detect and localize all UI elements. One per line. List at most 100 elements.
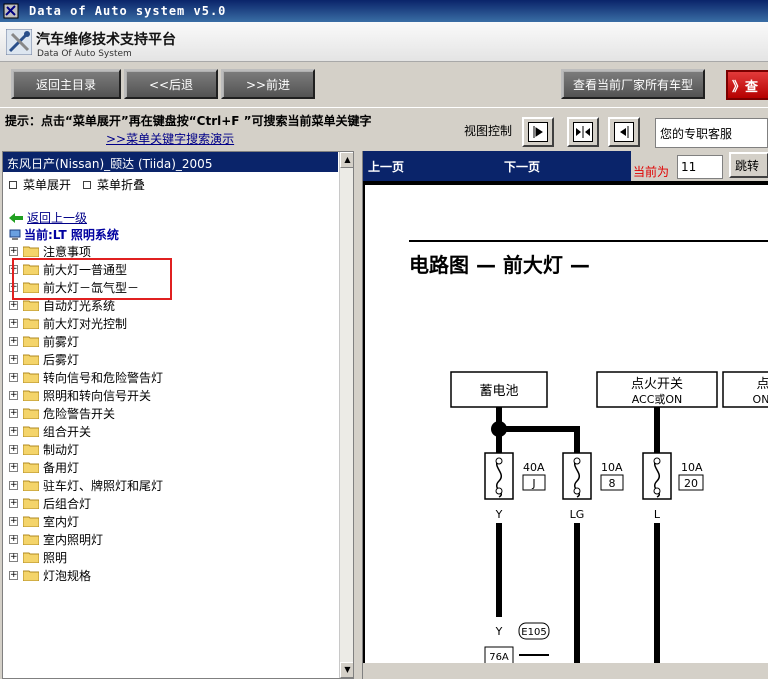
menu-panel: 东风日产(Nissan)_颐达 (Tiida)_2005 菜单展开 菜单折叠 返… [2,151,354,679]
tree-item-label: 组合开关 [43,424,92,439]
toolbar: 返回主目录 <<后退 >>前进 查看当前厂家所有车型 》查 [0,63,768,105]
fuse-3-amp: 10A [681,461,703,474]
home-button[interactable]: 返回主目录 [11,69,121,99]
folder-icon [23,462,39,473]
expand-plus-icon[interactable]: + [9,498,18,508]
page-nav-bar: 上一页 下一页 当前为 11 跳转 [363,151,768,181]
menu-expand-control[interactable]: 菜单展开 [9,176,71,193]
menu-collapse-control[interactable]: 菜单折叠 [83,176,145,193]
hint-bar: 提示：点击“菜单展开”再在键盘按“Ctrl+F ”可搜索当前菜单关键字 >>菜单… [0,107,768,150]
ignition-switch-label: 点火开关 [631,377,683,392]
tree-item[interactable]: + 驻车灯、牌照灯和尾灯 [9,476,163,494]
tree-item[interactable]: + 备用灯 [9,458,79,476]
tree-item[interactable]: + 室内灯 [9,512,79,530]
wrench-logo-icon [6,29,32,55]
tree-item[interactable]: + 后雾灯 [9,350,79,368]
tree-item[interactable]: + 室内照明灯 [9,530,103,548]
tree-item[interactable]: + 照明和转向信号开关 [9,386,151,404]
folder-icon [23,534,39,545]
tree-item-label: 灯泡规格 [43,568,92,583]
tree-item-label: 照明和转向信号开关 [43,388,152,403]
tree-item[interactable]: + 转向信号和危险警告灯 [9,368,163,386]
tree-item[interactable]: + 制动灯 [9,440,79,458]
service-text: 您的专职客服 [655,118,768,148]
fuse-2: 10A 8 LG [562,452,624,521]
folder-icon [23,300,39,311]
tree-item[interactable]: + 灯泡规格 [9,566,91,584]
scroll-up-icon[interactable]: ▲ [340,152,353,168]
wire-color-y-lower: Y [495,625,503,638]
view-split-button[interactable] [567,117,599,147]
expand-plus-icon[interactable]: + [9,462,18,472]
arrow-left-icon [620,126,629,138]
jump-button[interactable]: 跳转 [729,152,768,178]
folder-icon [23,552,39,563]
back-up-link[interactable]: 返回上一级 [9,209,87,226]
fuse-2-num: 8 [609,477,616,490]
third-box-sub: ON [753,393,768,406]
folder-icon [23,426,39,437]
content-scrollbar[interactable] [363,663,768,679]
tree-item-label: 备用灯 [43,460,80,475]
menu-expand-label: 菜单展开 [23,178,72,192]
folder-icon [23,444,39,455]
green-back-arrow-icon [9,212,23,223]
query-button[interactable]: 》查 [726,70,768,100]
next-page-link[interactable]: 下一页 [504,158,540,175]
app-icon [3,3,19,19]
folder-icon [23,516,39,527]
page-number-input[interactable]: 11 [677,155,723,179]
hint-text: 提示：点击“菜单展开”再在键盘按“Ctrl+F ”可搜索当前菜单关键字 [5,114,372,128]
expand-plus-icon[interactable]: + [9,444,18,454]
tree-item[interactable]: + 组合开关 [9,422,91,440]
all-models-button[interactable]: 查看当前厂家所有车型 [561,69,705,99]
tree-item[interactable]: + 前大灯对光控制 [9,314,127,332]
search-demo-link[interactable]: >>菜单关键字搜索演示 [106,130,234,147]
checkbox-icon [9,180,17,189]
tree-item[interactable]: + 危险警告开关 [9,404,115,422]
tree-item-label: 室内照明灯 [43,532,104,547]
forward-button[interactable]: >>前进 [221,69,315,99]
expand-plus-icon[interactable]: + [9,300,18,310]
expand-plus-icon[interactable]: + [9,390,18,400]
wiring-diagram: 电路图 — 前大灯 — 蓄电池 点火开关 ACC或ON 点 ON [365,185,768,666]
folder-icon [23,246,39,257]
tree-item-label: 照明 [43,550,68,565]
checkbox-icon [83,180,91,189]
third-box-label: 点 [756,377,768,392]
view-control-label: 视图控制 [464,124,513,138]
view-expand-right-button[interactable] [522,117,554,147]
expand-plus-icon[interactable]: + [9,246,18,256]
prev-page-link[interactable]: 上一页 [368,158,404,175]
expand-plus-icon[interactable]: + [9,534,18,544]
expand-plus-icon[interactable]: + [9,552,18,562]
expand-plus-icon[interactable]: + [9,336,18,346]
computer-icon [9,229,21,240]
back-up-label: 返回上一级 [27,211,88,225]
expand-plus-icon[interactable]: + [9,354,18,364]
expand-plus-icon[interactable]: + [9,570,18,580]
expand-plus-icon[interactable]: + [9,372,18,382]
expand-plus-icon[interactable]: + [9,426,18,436]
tree-item[interactable]: + 后组合灯 [9,494,91,512]
folder-icon [23,354,39,365]
expand-plus-icon[interactable]: + [9,480,18,490]
menu-scrollbar[interactable]: ▲ ▼ [339,152,353,678]
expand-plus-icon[interactable]: + [9,318,18,328]
expand-plus-icon[interactable]: + [9,408,18,418]
fuse-1: 40A J Y [484,452,546,521]
tree-item[interactable]: + 前雾灯 [9,332,79,350]
wire-color-lg: LG [570,508,585,521]
ignition-switch-sub: ACC或ON [632,393,683,406]
back-button[interactable]: <<后退 [124,69,218,99]
header-subtitle: Data Of Auto System [37,49,132,59]
expand-plus-icon[interactable]: + [9,516,18,526]
tree-item[interactable]: + 照明 [9,548,67,566]
tree-item-label: 制动灯 [43,442,80,457]
menu-collapse-label: 菜单折叠 [97,178,146,192]
tree-item-label: 后雾灯 [43,352,80,367]
scroll-down-icon[interactable]: ▼ [340,662,353,678]
view-expand-left-button[interactable] [608,117,640,147]
folder-icon [23,408,39,419]
wire-color-l: L [654,508,661,521]
